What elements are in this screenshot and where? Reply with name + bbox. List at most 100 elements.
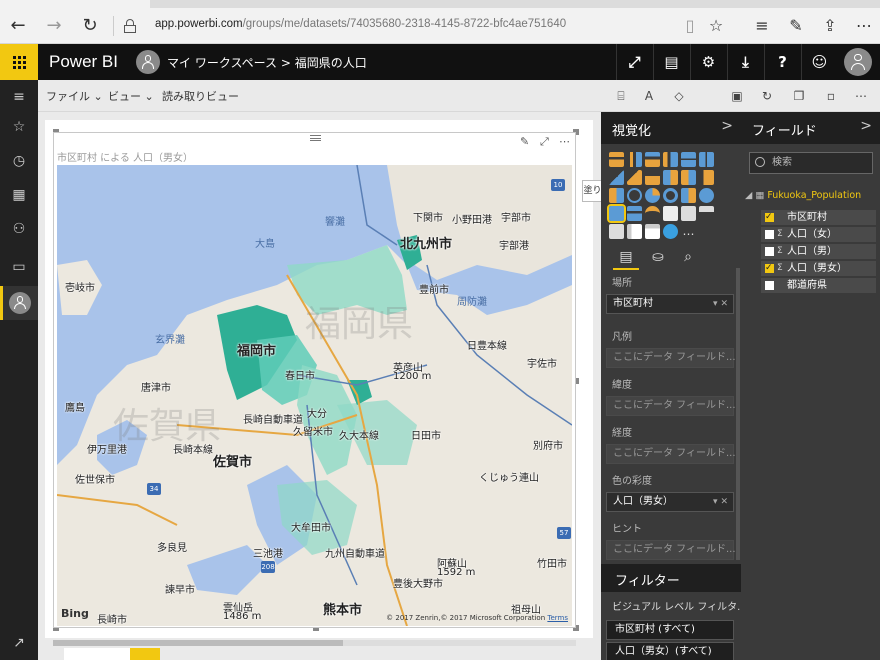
scatter-chart-icon[interactable] (627, 188, 642, 203)
table-node[interactable]: ◢ ▦ Fukuoka_Population (745, 190, 861, 201)
100-percent-column-chart-icon[interactable] (699, 152, 714, 167)
breadcrumb-workspace[interactable]: マイ ワークスペース (167, 56, 277, 70)
collapse-chevron-icon[interactable]: > (860, 118, 872, 134)
line-clustered-column-chart-icon[interactable] (681, 170, 696, 185)
kpi-icon[interactable] (699, 206, 714, 221)
refresh-icon[interactable]: ↻ (78, 14, 102, 38)
file-menu[interactable]: ファイル ⌄ (46, 88, 103, 104)
apps-icon[interactable]: ▦ (0, 180, 38, 210)
favorite-star-icon[interactable]: ☆ (704, 14, 728, 38)
more-icon[interactable]: ⋯ (852, 14, 876, 38)
comment-icon[interactable]: ▤ (653, 44, 689, 80)
more-options-icon[interactable]: ⋯ (852, 87, 870, 105)
field-item[interactable]: Σ 人口（男） (761, 244, 876, 259)
duplicate-page-icon[interactable]: ❐ (790, 87, 808, 105)
card-icon[interactable] (663, 206, 678, 221)
clustered-column-chart-icon[interactable] (663, 152, 678, 167)
latitude-field-well[interactable]: ここにデータ フィールド... (606, 396, 736, 416)
back-arrow-icon[interactable]: ← (6, 14, 30, 38)
text-box-icon[interactable]: ⌸ (612, 87, 630, 105)
share-icon[interactable]: ⇪ (818, 14, 842, 38)
recent-clock-icon[interactable]: ◷ (0, 146, 38, 176)
format-paint-roller-icon[interactable]: ⛀ (645, 244, 671, 270)
filled-map-icon[interactable] (607, 204, 626, 223)
account-avatar-icon[interactable] (844, 48, 872, 76)
view-menu[interactable]: ビュー ⌄ (108, 88, 154, 104)
waterfall-chart-icon[interactable] (609, 188, 624, 203)
add-page-button[interactable] (130, 648, 160, 660)
reading-view-icon[interactable]: ▯ (678, 14, 702, 38)
map-area[interactable]: 響灘 下関市 小野田港 宇部市 大島 北九州市 宇部港 壱岐市 豊前市 周防灘 … (57, 165, 572, 626)
help-icon[interactable]: ? (764, 44, 800, 80)
hub-icon[interactable]: ≡ (750, 14, 774, 38)
app-launcher-waffle-icon[interactable] (0, 44, 38, 80)
100-percent-bar-chart-icon[interactable] (681, 152, 696, 167)
expand-triangle-icon[interactable]: ◢ (745, 190, 752, 201)
gauge-icon[interactable] (645, 206, 660, 221)
field-checkbox[interactable] (765, 281, 774, 290)
gear-icon[interactable]: ⚙ (690, 44, 726, 80)
feedback-smiley-icon[interactable]: ☺ (801, 44, 837, 80)
field-item[interactable]: 市区町村 (761, 210, 876, 225)
stacked-area-chart-icon[interactable] (645, 170, 660, 185)
field-checkbox[interactable] (765, 210, 774, 225)
field-checkbox[interactable] (765, 247, 774, 256)
workspaces-icon[interactable]: ▭ (0, 252, 38, 282)
field-item[interactable]: 都道府県 (761, 278, 876, 293)
favorites-star-icon[interactable]: ☆ (0, 112, 38, 142)
search-input[interactable]: 検索 (749, 152, 873, 174)
location-field-well[interactable]: 市区町村 ▾ ✕ (606, 294, 734, 314)
image-icon[interactable]: ▣ (728, 87, 746, 105)
field-dropdown-remove[interactable]: ▾ ✕ (713, 295, 728, 313)
field-item[interactable]: Σ 人口（女） (761, 227, 876, 242)
multi-row-card-icon[interactable] (681, 206, 696, 221)
more-visuals-icon[interactable]: … (681, 224, 696, 239)
map-globe-icon[interactable] (699, 188, 714, 203)
pane-scrollbar[interactable] (736, 268, 740, 560)
pin-icon[interactable]: ✎ (520, 135, 529, 148)
line-chart-icon[interactable] (609, 170, 624, 185)
legend-field-well[interactable]: ここにデータ フィールド... (606, 348, 736, 368)
stacked-column-chart-icon[interactable] (627, 152, 642, 167)
stacked-bar-chart-icon[interactable] (609, 152, 624, 167)
line-column-chart-icon[interactable] (663, 170, 678, 185)
focus-mode-icon[interactable]: ⤢ (540, 135, 549, 149)
filled-map-visual[interactable]: 市区町村 による 人口（男女） ✎ ⤢ ⋯ 響灘 下関市 小野田港 宇部市 大島… (53, 132, 576, 628)
filter-chip[interactable]: 人口（男女）(すべて) (606, 642, 734, 660)
forward-arrow-icon[interactable]: → (42, 14, 66, 38)
terms-link[interactable]: Terms (547, 614, 568, 622)
longitude-field-well[interactable]: ここにデータ フィールド... (606, 444, 736, 464)
active-browser-tab[interactable] (0, 0, 150, 8)
web-note-icon[interactable]: ✎ (784, 14, 808, 38)
collapse-chevron-icon[interactable]: > (721, 118, 733, 134)
canvas-horizontal-scrollbar[interactable] (53, 640, 576, 646)
field-checkbox[interactable] (765, 230, 774, 239)
text-edit-icon[interactable]: A (640, 87, 658, 105)
ribbon-chart-icon[interactable] (699, 170, 714, 185)
analytics-magnifier-icon[interactable]: ⌕ (675, 244, 701, 270)
arcgis-map-icon[interactable] (663, 224, 678, 239)
visual-more-icon[interactable]: ⋯ (559, 135, 570, 148)
fields-tab-icon[interactable]: ▤ (613, 244, 639, 270)
filter-chip[interactable]: 市区町村 (すべて) (606, 620, 734, 640)
area-chart-icon[interactable] (627, 170, 642, 185)
reading-view-button[interactable]: 読み取りビュー (162, 88, 239, 104)
get-data-arrow-icon[interactable]: ↗ (0, 628, 38, 658)
matrix-icon[interactable] (645, 224, 660, 239)
saturation-field-well[interactable]: 人口（男女） ▾ ✕ (606, 492, 734, 512)
donut-chart-icon[interactable] (663, 188, 678, 203)
download-icon[interactable]: ⤓ (727, 44, 763, 80)
shapes-icon[interactable]: ◇ (670, 87, 688, 105)
shared-with-me-icon[interactable]: ⚇ (0, 214, 38, 244)
pie-chart-icon[interactable] (645, 188, 660, 203)
save-icon[interactable]: ▫ (822, 87, 840, 105)
my-workspace-nav-item[interactable] (0, 286, 38, 320)
field-dropdown-remove[interactable]: ▾ ✕ (713, 493, 728, 511)
tooltips-field-well[interactable]: ここにデータ フィールド... (606, 540, 736, 560)
treemap-icon[interactable] (681, 188, 696, 203)
clustered-bar-chart-icon[interactable] (645, 152, 660, 167)
brand-title[interactable]: Power BI (49, 52, 118, 72)
url-field[interactable]: app.powerbi.com/groups/me/datasets/74035… (155, 18, 566, 30)
refresh-data-icon[interactable]: ↻ (758, 87, 776, 105)
drag-grip-icon[interactable] (310, 135, 321, 141)
